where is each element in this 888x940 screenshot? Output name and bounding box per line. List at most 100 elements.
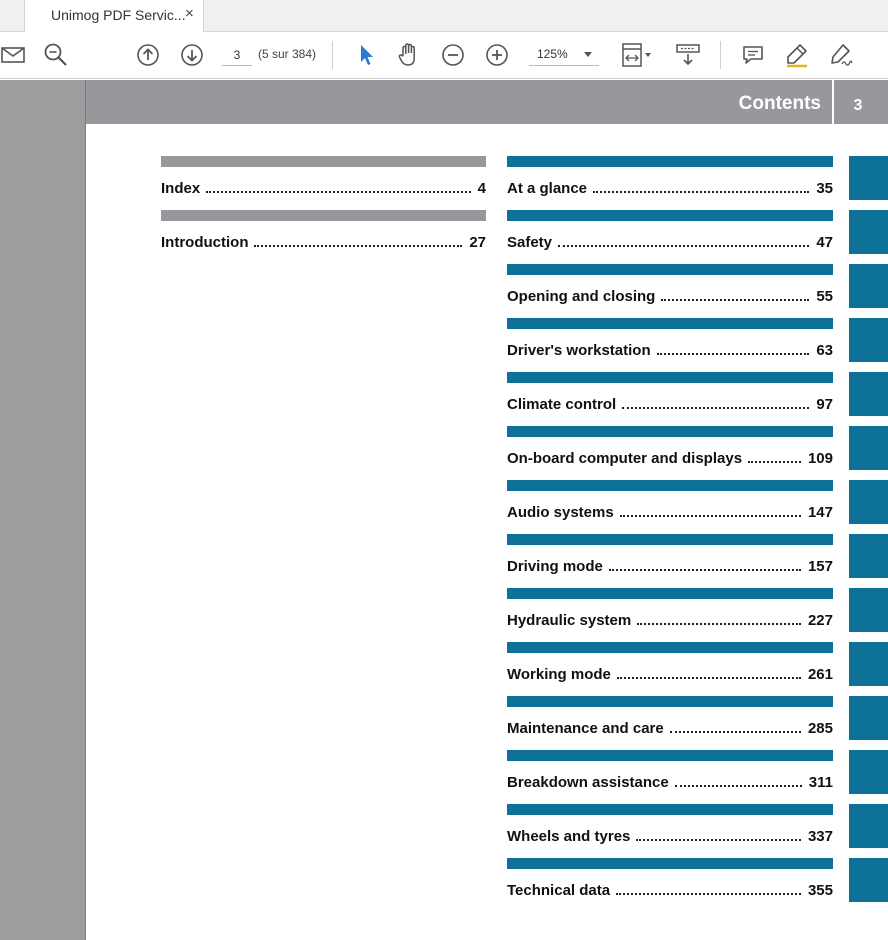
- toc-line[interactable]: Opening and closing 55: [507, 288, 833, 305]
- toc-entry[interactable]: On-board computer and displays 109: [507, 426, 833, 480]
- select-cursor-icon[interactable]: [353, 42, 379, 68]
- toc-leader-dots: [254, 245, 463, 247]
- toc-entry[interactable]: Hydraulic system 227: [507, 588, 833, 642]
- toc-line[interactable]: Breakdown assistance 311: [507, 774, 833, 791]
- toc-label[interactable]: Driving mode: [507, 558, 603, 575]
- toc-page-number[interactable]: 4: [478, 180, 486, 197]
- toc-line[interactable]: On-board computer and displays 109: [507, 450, 833, 467]
- toc-leader-dots: [616, 893, 801, 895]
- toc-label[interactable]: Opening and closing: [507, 288, 655, 305]
- comment-icon[interactable]: [740, 42, 766, 68]
- toc-entry[interactable]: Maintenance and care 285: [507, 696, 833, 750]
- toc-line[interactable]: Wheels and tyres 337: [507, 828, 833, 845]
- toc-entry[interactable]: Climate control 97: [507, 372, 833, 426]
- chapter-edge-tab: [849, 642, 888, 686]
- toc-line[interactable]: Maintenance and care 285: [507, 720, 833, 737]
- toc-page-number[interactable]: 355: [808, 882, 833, 899]
- page-count: (5 sur 384): [258, 47, 317, 61]
- toc-label[interactable]: Climate control: [507, 396, 616, 413]
- zoom-in-icon[interactable]: [484, 42, 510, 68]
- toc-page-number[interactable]: 55: [816, 288, 833, 305]
- toc-line[interactable]: Technical data 355: [507, 882, 833, 899]
- toc-page-number[interactable]: 227: [808, 612, 833, 629]
- toc-line[interactable]: Driving mode 157: [507, 558, 833, 575]
- toc-page-number[interactable]: 35: [816, 180, 833, 197]
- toc-line[interactable]: At a glance 35: [507, 180, 833, 197]
- close-tab-icon[interactable]: ×: [185, 5, 194, 22]
- chapter-bar: [507, 858, 833, 869]
- toc-entry[interactable]: Working mode 261: [507, 642, 833, 696]
- chapter-edge-tab: [849, 426, 888, 470]
- toc-entry[interactable]: Introduction 27: [161, 210, 486, 264]
- toc-line[interactable]: Index 4: [161, 180, 486, 197]
- toc-entry[interactable]: Driver's workstation 63: [507, 318, 833, 372]
- toc-page-number[interactable]: 27: [469, 234, 486, 251]
- toc-line[interactable]: Working mode 261: [507, 666, 833, 683]
- toc-line[interactable]: Hydraulic system 227: [507, 612, 833, 629]
- toc-entry[interactable]: Safety 47: [507, 210, 833, 264]
- highlight-pen-icon[interactable]: [784, 42, 810, 68]
- chapter-bar: [507, 588, 833, 599]
- toc-entry[interactable]: Opening and closing 55: [507, 264, 833, 318]
- search-zoom-icon[interactable]: [43, 42, 69, 68]
- hand-tool-icon[interactable]: [396, 42, 422, 68]
- toc-entry[interactable]: Wheels and tyres 337: [507, 804, 833, 858]
- chapter-bar: [507, 534, 833, 545]
- toc-leader-dots: [656, 353, 810, 355]
- chapter-edge-tab: [849, 264, 888, 308]
- toc-leader-dots: [619, 515, 801, 517]
- chapter-bar: [507, 210, 833, 221]
- toc-label[interactable]: On-board computer and displays: [507, 450, 742, 467]
- document-tab[interactable]: Unimog PDF Servic... ×: [24, 0, 204, 33]
- toc-label[interactable]: Safety: [507, 234, 552, 251]
- chevron-down-icon[interactable]: [584, 52, 592, 57]
- toc-page-number[interactable]: 337: [808, 828, 833, 845]
- toc-line[interactable]: Introduction 27: [161, 234, 486, 251]
- next-page-icon[interactable]: [179, 42, 205, 68]
- toc-page-number[interactable]: 47: [816, 234, 833, 251]
- toc-label[interactable]: Breakdown assistance: [507, 774, 669, 791]
- toc-entry[interactable]: Audio systems 147: [507, 480, 833, 534]
- toc-page-number[interactable]: 311: [809, 774, 833, 791]
- toc-entry[interactable]: Technical data 355: [507, 858, 833, 912]
- toc-page-number[interactable]: 157: [808, 558, 833, 575]
- toc-page-number[interactable]: 63: [816, 342, 833, 359]
- scroll-mode-icon[interactable]: [675, 42, 701, 68]
- previous-page-icon[interactable]: [135, 42, 161, 68]
- toc-label[interactable]: Wheels and tyres: [507, 828, 630, 845]
- toc-label[interactable]: At a glance: [507, 180, 587, 197]
- toc-leader-dots: [616, 677, 801, 679]
- document-viewer[interactable]: Contents 3 Index 4 Introduction 27 At a gla…: [0, 80, 888, 940]
- fit-page-icon[interactable]: [620, 42, 654, 68]
- toc-label[interactable]: Maintenance and care: [507, 720, 664, 737]
- toc-line[interactable]: Climate control 97: [507, 396, 833, 413]
- sign-icon[interactable]: [828, 42, 854, 68]
- toc-entry[interactable]: Driving mode 157: [507, 534, 833, 588]
- toc-leader-dots: [669, 731, 801, 733]
- toc-line[interactable]: Driver's workstation 63: [507, 342, 833, 359]
- toc-label[interactable]: Index: [161, 180, 200, 197]
- page-number-input[interactable]: [222, 44, 252, 66]
- toc-page-number[interactable]: 147: [808, 504, 833, 521]
- toc-page-number[interactable]: 285: [808, 720, 833, 737]
- toc-label[interactable]: Technical data: [507, 882, 610, 899]
- toc-entry[interactable]: Breakdown assistance 311: [507, 750, 833, 804]
- zoom-out-icon[interactable]: [440, 42, 466, 68]
- toc-page-number[interactable]: 261: [808, 666, 833, 683]
- chapter-bar: [507, 480, 833, 491]
- toc-page-number[interactable]: 97: [816, 396, 833, 413]
- mail-icon[interactable]: [0, 42, 26, 68]
- toc-entry[interactable]: Index 4: [161, 156, 486, 210]
- chapter-edge-tab: [849, 804, 888, 848]
- toc-label[interactable]: Introduction: [161, 234, 248, 251]
- toc-label[interactable]: Audio systems: [507, 504, 614, 521]
- toc-entry[interactable]: At a glance 35: [507, 156, 833, 210]
- toc-right-column: At a glance 35 Safety 47 Opening and closing…: [507, 156, 833, 912]
- toc-label[interactable]: Hydraulic system: [507, 612, 631, 629]
- toc-line[interactable]: Audio systems 147: [507, 504, 833, 521]
- toc-label[interactable]: Driver's workstation: [507, 342, 651, 359]
- toc-label[interactable]: Working mode: [507, 666, 611, 683]
- toc-leader-dots: [636, 839, 801, 841]
- toc-line[interactable]: Safety 47: [507, 234, 833, 251]
- toc-page-number[interactable]: 109: [808, 450, 833, 467]
